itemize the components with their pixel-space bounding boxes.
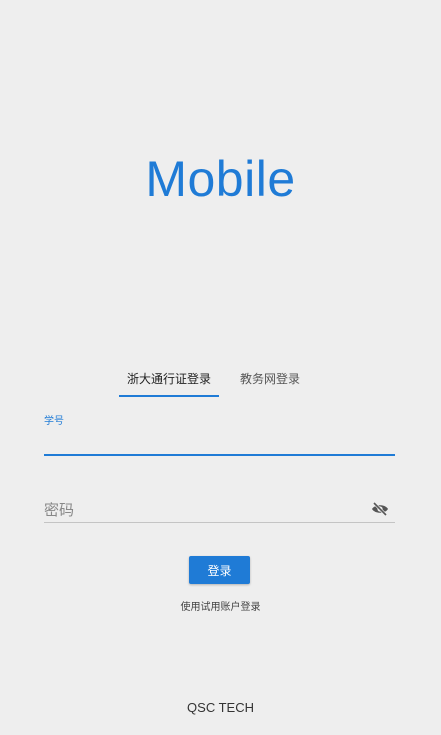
- eye-off-icon[interactable]: [371, 501, 389, 517]
- login-tabs: 浙大通行证登录 教务网登录: [0, 370, 441, 398]
- password-underline: [44, 522, 395, 523]
- tab-label: 浙大通行证登录: [126, 372, 211, 386]
- student-id-field: 学号: [44, 412, 395, 456]
- student-id-label: 学号: [44, 416, 64, 427]
- trial-account-login-link[interactable]: 使用试用账户登录: [0, 598, 441, 613]
- password-input[interactable]: [44, 499, 364, 521]
- app-title: Mobile: [145, 151, 296, 207]
- tab-label: 教务网登录: [239, 372, 300, 386]
- password-field: [44, 497, 395, 523]
- tab-zju-passport-login[interactable]: 浙大通行证登录: [119, 370, 219, 398]
- footer-brand: QSC TECH: [187, 700, 254, 715]
- login-button[interactable]: 登录: [189, 556, 250, 584]
- tab-academic-system-login[interactable]: 教务网登录: [228, 370, 312, 398]
- student-id-input[interactable]: [44, 432, 395, 454]
- student-id-underline: [44, 454, 395, 456]
- tab-active-indicator: [119, 395, 219, 397]
